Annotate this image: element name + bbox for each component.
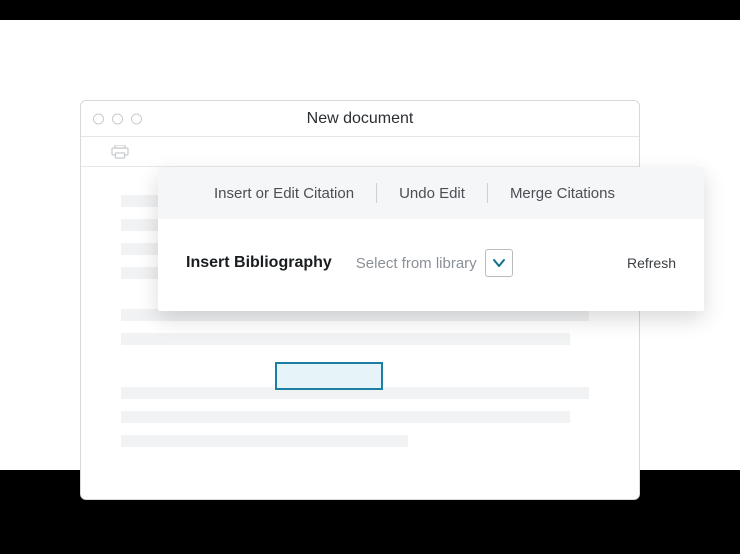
citation-panel-toolbar: Insert or Edit Citation Undo Edit Merge … (158, 167, 704, 219)
separator (487, 183, 488, 203)
window-toolbar (81, 137, 639, 167)
refresh-button[interactable]: Refresh (627, 255, 676, 271)
print-icon[interactable] (111, 145, 129, 159)
library-select-placeholder: Select from library (356, 255, 477, 272)
text-cursor-selection[interactable] (275, 362, 383, 390)
insert-bibliography-label[interactable]: Insert Bibliography (186, 254, 332, 272)
text-placeholder (121, 333, 570, 345)
library-select[interactable]: Select from library (356, 249, 513, 277)
insert-edit-citation-button[interactable]: Insert or Edit Citation (214, 185, 354, 202)
citation-panel: Insert or Edit Citation Undo Edit Merge … (158, 167, 704, 311)
window-controls (93, 113, 142, 124)
citation-panel-body: Insert Bibliography Select from library … (158, 219, 704, 311)
undo-edit-button[interactable]: Undo Edit (399, 185, 465, 202)
separator (376, 183, 377, 203)
window-control-zoom[interactable] (131, 113, 142, 124)
window-control-close[interactable] (93, 113, 104, 124)
text-placeholder (121, 411, 570, 423)
window-control-minimize[interactable] (112, 113, 123, 124)
window-title: New document (81, 110, 639, 128)
chevron-down-icon[interactable] (485, 249, 513, 277)
window-titlebar: New document (81, 101, 639, 137)
text-placeholder (121, 435, 408, 447)
canvas: New document (0, 20, 740, 470)
merge-citations-button[interactable]: Merge Citations (510, 185, 615, 202)
